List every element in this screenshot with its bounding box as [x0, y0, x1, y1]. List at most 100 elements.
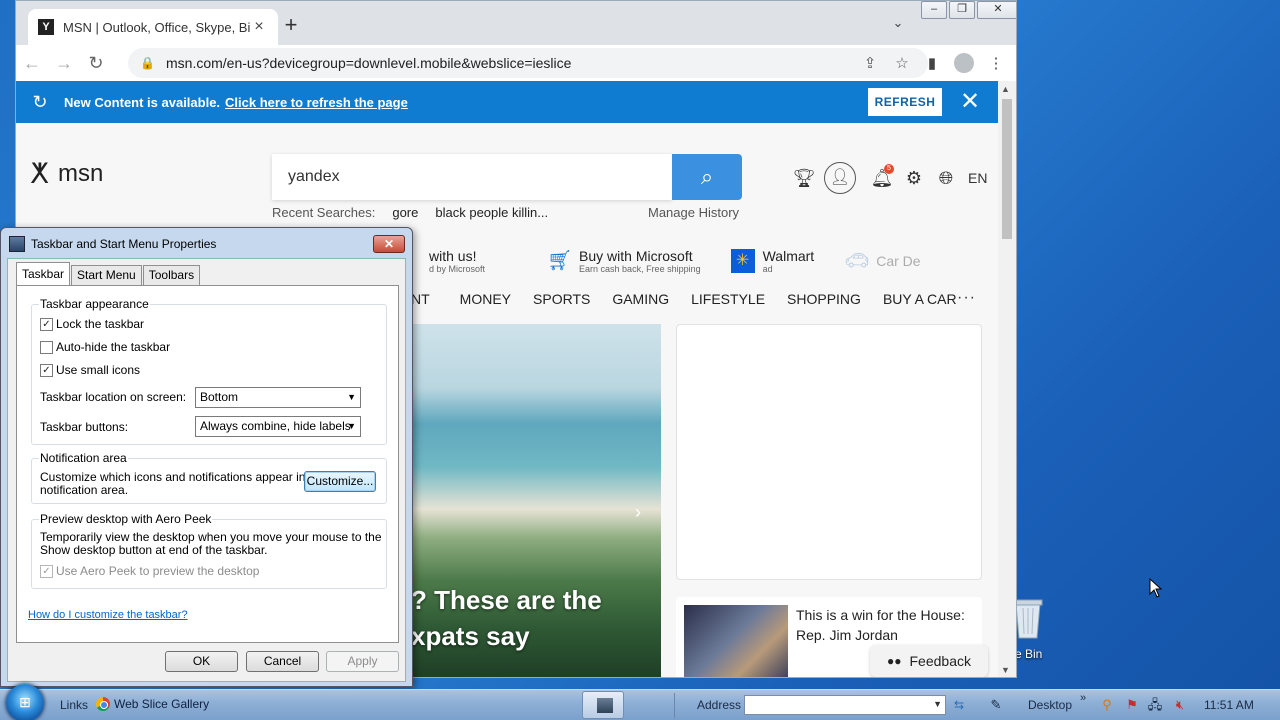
search-input[interactable]: yandex	[272, 154, 672, 200]
globe-icon[interactable]: 🌐︎	[930, 168, 962, 189]
recycle-bin-label: e Bin	[1015, 647, 1043, 661]
small-icons-checkbox[interactable]: ✓ Use small icons	[40, 363, 140, 377]
aero-peek-checkbox[interactable]: ✓ Use Aero Peek to preview the desktop	[40, 564, 259, 578]
banner-refresh-link[interactable]: Click here to refresh the page	[225, 95, 408, 110]
recent-searches-label: Recent Searches:	[272, 205, 376, 220]
chevron-down-icon[interactable]: ▼	[933, 699, 942, 709]
nav-item[interactable]: LIFESTYLE	[691, 291, 765, 313]
lock-icon[interactable]: 🔒	[140, 56, 155, 70]
start-button[interactable]: ⊞	[6, 684, 44, 720]
tab-taskbar[interactable]: Taskbar	[16, 262, 71, 285]
toolbar-separator[interactable]	[674, 693, 684, 718]
dialog-title: Taskbar and Start Menu Properties	[31, 237, 217, 251]
tab-close-icon[interactable]: ×	[250, 18, 268, 36]
auto-hide-checkbox[interactable]: Auto-hide the taskbar	[40, 340, 170, 354]
side-panel-icon[interactable]: ▮	[916, 54, 948, 72]
promo-item[interactable]: 🛒︎ Buy with Microsoft Earn cash back, Fr…	[547, 248, 701, 274]
nav-item[interactable]: NT	[411, 291, 430, 313]
banner-text: New Content is available.	[64, 94, 221, 110]
hero-article[interactable]: › ? These are the xpats say	[411, 324, 661, 677]
help-link[interactable]: How do I customize the taskbar?	[28, 609, 188, 621]
windows-taskbar: ⊞ Links Web Slice Gallery Address ▼ ⇆ ✎ …	[0, 684, 1280, 720]
ad-card[interactable]	[676, 324, 982, 580]
toolbar-overflow-icon[interactable]: »	[1080, 692, 1086, 704]
refresh-button[interactable]: REFRESH	[868, 88, 942, 116]
checkbox-box[interactable]: ✓	[40, 317, 53, 331]
links-toolbar-label[interactable]: Links	[60, 698, 88, 712]
promo-item[interactable]: ✳ Walmart ad	[730, 248, 814, 274]
notifications-bell-icon[interactable]: 🔔︎ 5	[866, 163, 898, 189]
feedback-button[interactable]: ●● Feedback	[870, 645, 988, 677]
apply-button[interactable]: Apply	[326, 651, 399, 672]
address-bar[interactable]: 🔒 msn.com/en-us?devicegroup=downlevel.mo…	[128, 48, 928, 78]
lock-taskbar-checkbox[interactable]: ✓ Lock the taskbar	[40, 317, 144, 331]
cancel-button[interactable]: Cancel	[246, 651, 319, 672]
aero-peek-group: Preview desktop with Aero Peek Temporari…	[31, 512, 387, 589]
nav-item[interactable]: BUY A CAR	[883, 291, 957, 313]
taskbar-clock[interactable]: 11:51 AM	[1204, 698, 1254, 712]
tab-strip: Y MSN | Outlook, Office, Skype, Bing × +…	[16, 1, 1016, 45]
desktop-toolbar-label[interactable]: Desktop	[1028, 698, 1072, 712]
nav-item[interactable]: SPORTS	[533, 291, 590, 313]
tab-start-menu[interactable]: Start Menu	[71, 265, 142, 285]
maximize-button[interactable]: ❐	[949, 1, 975, 19]
nav-item[interactable]: SHOPPING	[787, 291, 861, 313]
customize-button[interactable]: Customize...	[304, 471, 376, 492]
notepad-icon[interactable]: ✎	[988, 697, 1004, 713]
back-icon[interactable]: ←	[16, 53, 48, 74]
taskbar-properties-app-button[interactable]	[582, 691, 624, 719]
profile-avatar-icon[interactable]	[954, 53, 974, 73]
bookmark-star-icon[interactable]: ☆	[886, 54, 918, 72]
window-close-button[interactable]: ✕	[977, 1, 1016, 19]
nav-item[interactable]: MONEY	[460, 291, 511, 313]
minimize-button[interactable]: –	[921, 1, 947, 19]
location-select[interactable]: Bottom ▼	[195, 387, 361, 408]
menu-kebab-icon[interactable]: ⋮	[980, 54, 1012, 72]
nav-more-icon[interactable]: ···	[957, 289, 976, 307]
msn-logo[interactable]: ⵅ msn	[30, 159, 103, 189]
ok-button[interactable]: OK	[165, 651, 238, 672]
banner-close-icon[interactable]: ✕	[956, 88, 984, 116]
recent-search-item[interactable]: gore	[392, 205, 418, 220]
hero-title: ? These are the xpats say	[411, 585, 602, 651]
language-label[interactable]: EN	[968, 170, 987, 186]
scroll-down-icon[interactable]: ▼	[1001, 665, 1010, 675]
search-magnifier-icon[interactable]: ⚲	[1099, 697, 1115, 713]
browser-tab[interactable]: Y MSN | Outlook, Office, Skype, Bing ×	[28, 9, 278, 45]
user-sign-in-icon[interactable]: 👤︎	[824, 162, 856, 194]
rewards-trophy-icon[interactable]: 🏆︎	[788, 168, 820, 189]
volume-muted-icon[interactable]: 🔇︎	[1172, 697, 1188, 713]
new-tab-icon[interactable]: +	[278, 13, 304, 39]
go-arrows-icon[interactable]: ⇆	[950, 696, 968, 714]
search-button[interactable]: ⌕	[672, 154, 742, 200]
recent-search-item[interactable]: black people killin...	[435, 205, 548, 220]
nav-item[interactable]: GAMING	[612, 291, 669, 313]
scroll-up-icon[interactable]: ▲	[1001, 84, 1010, 94]
network-icon[interactable]: 🖧︎	[1147, 697, 1163, 713]
promo-item[interactable]: with us! d by Microsoft	[429, 248, 485, 274]
carousel-next-icon[interactable]: ›	[635, 502, 641, 523]
tab-toolbars[interactable]: Toolbars	[142, 265, 201, 285]
chevron-down-icon: ▼	[347, 421, 356, 431]
header-icons: 🏆︎ 👤︎ 🔔︎ 5 ⚙ 🌐︎ EN	[788, 161, 987, 195]
flag-error-icon[interactable]: ⚑	[1124, 697, 1140, 713]
web-slice-gallery-link[interactable]: Web Slice Gallery	[96, 697, 209, 711]
manage-history-link[interactable]: Manage History	[648, 205, 739, 220]
tab-search-icon[interactable]: ⌄	[888, 15, 908, 31]
checkbox-box[interactable]	[40, 340, 53, 354]
reload-icon[interactable]: ↻	[80, 53, 112, 74]
scroll-thumb[interactable]	[1002, 99, 1012, 239]
msn-favicon-icon: Y	[38, 19, 54, 35]
settings-gear-icon[interactable]: ⚙	[898, 168, 930, 189]
checkbox-box[interactable]: ✓	[40, 564, 53, 578]
address-toolbar-input[interactable]: ▼	[744, 695, 946, 715]
checkbox-box[interactable]: ✓	[40, 363, 53, 377]
car-icon: 🚗︎	[844, 250, 870, 272]
promo-item[interactable]: 🚗︎ Car De	[844, 249, 920, 273]
share-icon[interactable]: ⇪	[854, 54, 886, 72]
page-scrollbar[interactable]: ▲ ▼	[998, 81, 1016, 677]
taskbar-appearance-group: Taskbar appearance ✓ Lock the taskbar Au…	[31, 297, 387, 445]
dialog-close-button[interactable]: ✕	[373, 235, 405, 253]
forward-icon[interactable]: →	[48, 53, 80, 74]
buttons-select[interactable]: Always combine, hide labels ▼	[195, 416, 361, 437]
